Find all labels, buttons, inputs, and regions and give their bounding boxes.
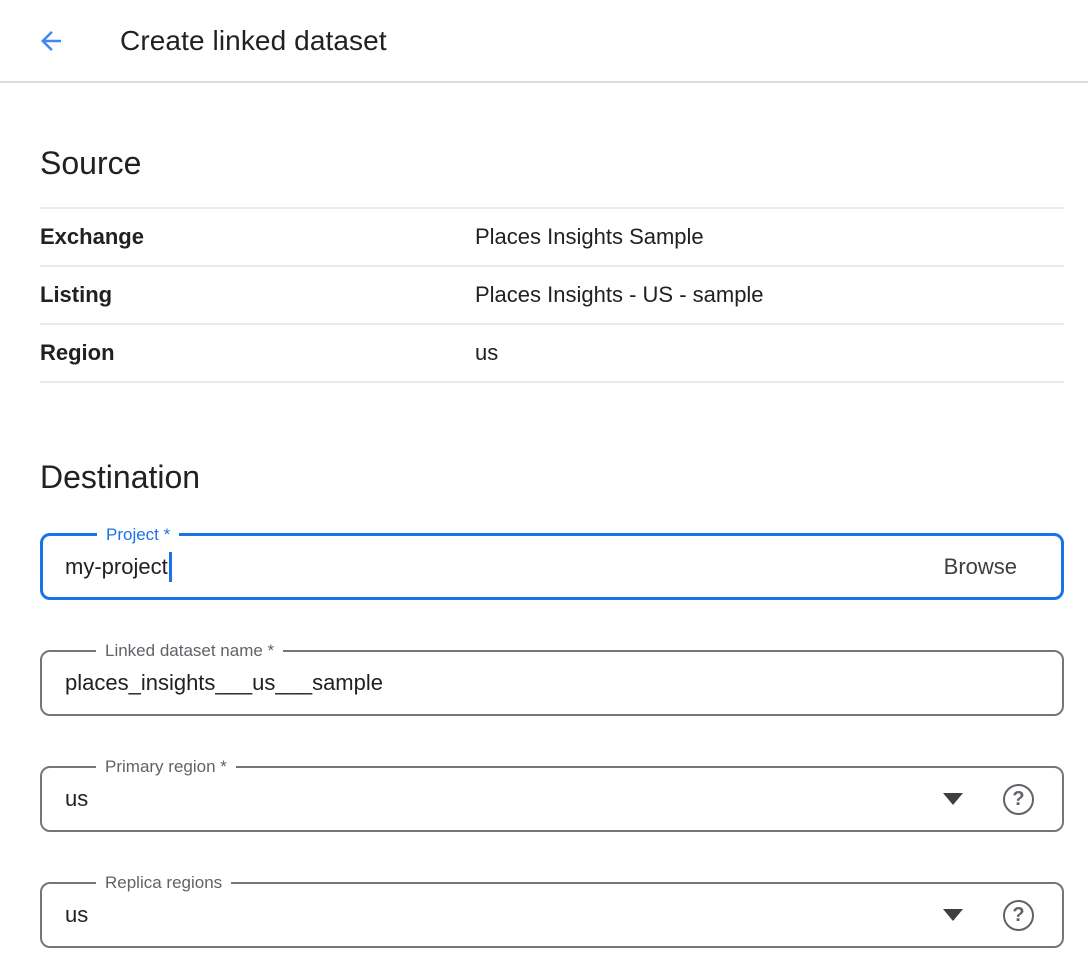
listing-value: Places Insights - US - sample	[475, 282, 764, 308]
primary-region-label: Primary region *	[96, 756, 236, 778]
arrow-back-icon	[36, 26, 66, 56]
chevron-down-icon[interactable]	[943, 793, 963, 805]
region-value: us	[475, 340, 498, 366]
page-title: Create linked dataset	[120, 25, 387, 57]
chevron-down-icon[interactable]	[943, 909, 963, 921]
help-icon[interactable]: ?	[1003, 900, 1034, 931]
exchange-label: Exchange	[40, 224, 475, 250]
source-table: Exchange Places Insights Sample Listing …	[40, 207, 1064, 383]
replica-regions-select[interactable]: Replica regions us ?	[40, 882, 1064, 948]
project-field[interactable]: Project * my-project Browse	[40, 533, 1064, 600]
table-row-region: Region us	[40, 325, 1064, 383]
primary-region-value: us	[65, 786, 88, 812]
primary-region-select[interactable]: Primary region * us ?	[40, 766, 1064, 832]
linked-dataset-name-value[interactable]: places_insights___us___sample	[65, 670, 383, 696]
linked-dataset-name-label: Linked dataset name *	[96, 640, 283, 662]
main-content: Source Exchange Places Insights Sample L…	[40, 141, 1064, 948]
page-header: Create linked dataset	[0, 0, 1088, 83]
replica-regions-value: us	[65, 902, 88, 928]
text-cursor	[169, 552, 172, 582]
source-heading: Source	[40, 141, 1064, 185]
region-label: Region	[40, 340, 475, 366]
table-row-listing: Listing Places Insights - US - sample	[40, 267, 1064, 325]
browse-button[interactable]: Browse	[944, 554, 1017, 580]
listing-label: Listing	[40, 282, 475, 308]
project-field-label: Project *	[97, 524, 179, 546]
table-row-exchange: Exchange Places Insights Sample	[40, 209, 1064, 267]
help-icon[interactable]: ?	[1003, 784, 1034, 815]
replica-regions-label: Replica regions	[96, 872, 231, 894]
back-button[interactable]	[36, 26, 66, 56]
project-input-value[interactable]: my-project	[65, 554, 168, 580]
linked-dataset-name-field[interactable]: Linked dataset name * places_insights___…	[40, 650, 1064, 716]
destination-heading: Destination	[40, 455, 1064, 499]
exchange-value: Places Insights Sample	[475, 224, 704, 250]
